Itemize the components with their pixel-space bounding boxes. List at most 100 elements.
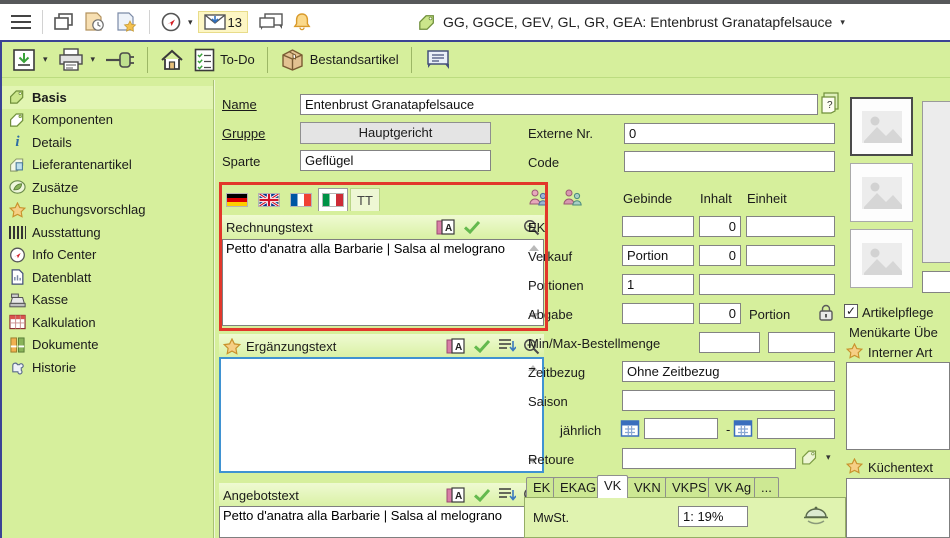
mwst-input[interactable]	[678, 506, 748, 527]
connect-button[interactable]	[100, 47, 140, 73]
notifications-button[interactable]	[288, 9, 316, 35]
verkauf-einheit-input[interactable]	[746, 245, 835, 266]
lang-tab-text[interactable]: TT	[350, 188, 380, 211]
print-button[interactable]: ▾	[53, 45, 101, 75]
insert-textmodule-button[interactable]	[498, 487, 516, 503]
sidebar-item-historie[interactable]: Historie	[2, 356, 213, 379]
abgabe-inhalt-input[interactable]	[699, 303, 741, 324]
windows-button[interactable]	[49, 10, 79, 34]
calendar-to-button[interactable]	[733, 418, 753, 438]
sidebar-item-buchungsvorschlag[interactable]: Buchungsvorschlag	[2, 199, 213, 222]
sidebar-item-kalkulation[interactable]: Kalkulation	[2, 311, 213, 334]
sparte-input[interactable]	[300, 150, 491, 171]
sidebar-item-details[interactable]: i Details	[2, 131, 213, 154]
saison-to-input[interactable]	[757, 418, 835, 439]
externe-nr-input[interactable]	[624, 123, 835, 144]
verkauf-inhalt-input[interactable]	[699, 245, 741, 266]
retoure-dropdown-arrow[interactable]: ▾	[826, 452, 831, 463]
bestandsartikel-button[interactable]: Bestandsartikel	[275, 45, 404, 75]
gruppe-button[interactable]: Hauptgericht	[300, 122, 491, 144]
menu-button[interactable]	[6, 12, 36, 32]
sidebar-item-basis[interactable]: Basis	[2, 86, 213, 109]
supplier-tag-icon	[9, 157, 26, 173]
sidebar-item-lieferantenartikel[interactable]: Lieferantenartikel	[2, 154, 213, 177]
saison-from-input[interactable]	[644, 418, 718, 439]
kuechentext-star-icon[interactable]	[846, 458, 863, 474]
sidebar-item-kasse[interactable]: Kasse	[2, 289, 213, 312]
lang-tab-english[interactable]	[254, 188, 284, 211]
sidebar-item-dokumente[interactable]: Dokumente	[2, 334, 213, 357]
name-input[interactable]	[300, 94, 818, 115]
info-center-button[interactable]: ▾	[156, 9, 198, 35]
saison-input[interactable]	[622, 390, 835, 411]
portionen-einheit-input[interactable]	[699, 274, 835, 295]
translate-button[interactable]: A	[446, 487, 466, 504]
artikelpflege-checkbox[interactable]: ✓	[844, 304, 858, 318]
code-input[interactable]	[624, 151, 835, 172]
favorite-documents-button[interactable]	[111, 9, 143, 35]
spellcheck-ok-button[interactable]	[473, 339, 491, 353]
price-tab-vk[interactable]: VK	[597, 475, 628, 498]
price-tab-vkag[interactable]: VK Ag	[708, 477, 758, 498]
ek-gebinde-input[interactable]	[622, 216, 694, 237]
portionen-input[interactable]	[622, 274, 694, 295]
sidebar-item-zusaetze[interactable]: Zusätze	[2, 176, 213, 199]
calendar-from-button[interactable]	[620, 418, 640, 438]
spellcheck-ok-button[interactable]	[463, 220, 481, 234]
spellcheck-ok-button[interactable]	[473, 488, 491, 502]
verkauf-gebinde-input[interactable]	[622, 245, 694, 266]
recent-documents-button[interactable]	[79, 9, 111, 35]
price-tab-vkps[interactable]: VKPS	[665, 477, 714, 498]
service-button[interactable]	[802, 503, 830, 527]
name-notes-button[interactable]: ?	[821, 92, 839, 114]
todo-button[interactable]: To-Do	[189, 45, 260, 75]
customer-group-1-icon[interactable]	[528, 188, 550, 206]
lang-tab-german[interactable]	[222, 188, 252, 211]
lock-button[interactable]	[818, 303, 834, 322]
article-image-slot-3[interactable]	[850, 229, 913, 288]
sidebar-item-ausstattung[interactable]: Ausstattung	[2, 221, 213, 244]
home-button[interactable]	[155, 46, 189, 74]
angebotstext-textarea[interactable]: Petto d'anatra alla Barbarie | Salsa al …	[219, 506, 544, 538]
gruppe-label[interactable]: Gruppe	[222, 126, 265, 141]
name-label[interactable]: Name	[222, 97, 257, 112]
lang-tab-french[interactable]	[286, 188, 316, 211]
ek-einheit-input[interactable]	[746, 216, 835, 237]
article-tag-icon	[418, 14, 437, 31]
price-tab-more[interactable]: ...	[754, 477, 779, 498]
save-dropdown-arrow[interactable]: ▾	[43, 54, 48, 65]
retoure-tag-button[interactable]	[801, 449, 819, 466]
translate-button[interactable]: A	[446, 338, 466, 355]
star-icon[interactable]	[223, 338, 241, 355]
record-title-group[interactable]: GG, GGCE, GEV, GL, GR, GEA: Entenbrust G…	[418, 14, 845, 31]
customer-group-2-icon[interactable]	[562, 188, 584, 206]
retoure-input[interactable]	[622, 448, 796, 469]
translate-button[interactable]: A	[436, 219, 456, 236]
sidebar-item-komponenten[interactable]: Komponenten	[2, 109, 213, 132]
messages-button[interactable]	[254, 10, 288, 35]
article-image-slot-2[interactable]	[850, 163, 913, 222]
min-bestellmenge-input[interactable]	[699, 332, 760, 353]
feedback-button[interactable]	[419, 46, 455, 74]
ergaenzungstext-textarea[interactable]	[219, 357, 544, 473]
sidebar-item-datenblatt[interactable]: Datenblatt	[2, 266, 213, 289]
max-bestellmenge-input[interactable]	[768, 332, 835, 353]
abgabe-gebinde-input[interactable]	[622, 303, 694, 324]
kuechentext-textarea[interactable]	[846, 478, 950, 538]
print-dropdown-arrow[interactable]: ▾	[91, 54, 96, 65]
insert-textmodule-button[interactable]	[498, 338, 516, 354]
interner-star-icon[interactable]	[846, 343, 863, 359]
article-image-slot-1[interactable]	[850, 97, 913, 156]
ek-inhalt-input[interactable]	[699, 216, 741, 237]
price-tab-vkn[interactable]: VKN	[627, 477, 668, 498]
rechnungstext-textarea[interactable]: Petto d'anatra alla Barbarie | Salsa al …	[222, 239, 544, 326]
sidebar-item-info-center[interactable]: Info Center	[2, 244, 213, 267]
lang-tab-italian[interactable]	[318, 188, 348, 211]
price-tab-ekag[interactable]: EKAG	[553, 477, 603, 498]
save-button[interactable]: ▾	[7, 45, 53, 75]
image-caption-input[interactable]	[922, 271, 950, 293]
zeitbezug-input[interactable]	[622, 361, 835, 382]
interner-textarea[interactable]	[846, 362, 950, 450]
rechnungstext-header: Rechnungstext A	[222, 215, 544, 239]
mail-button[interactable]: 13	[198, 11, 248, 33]
